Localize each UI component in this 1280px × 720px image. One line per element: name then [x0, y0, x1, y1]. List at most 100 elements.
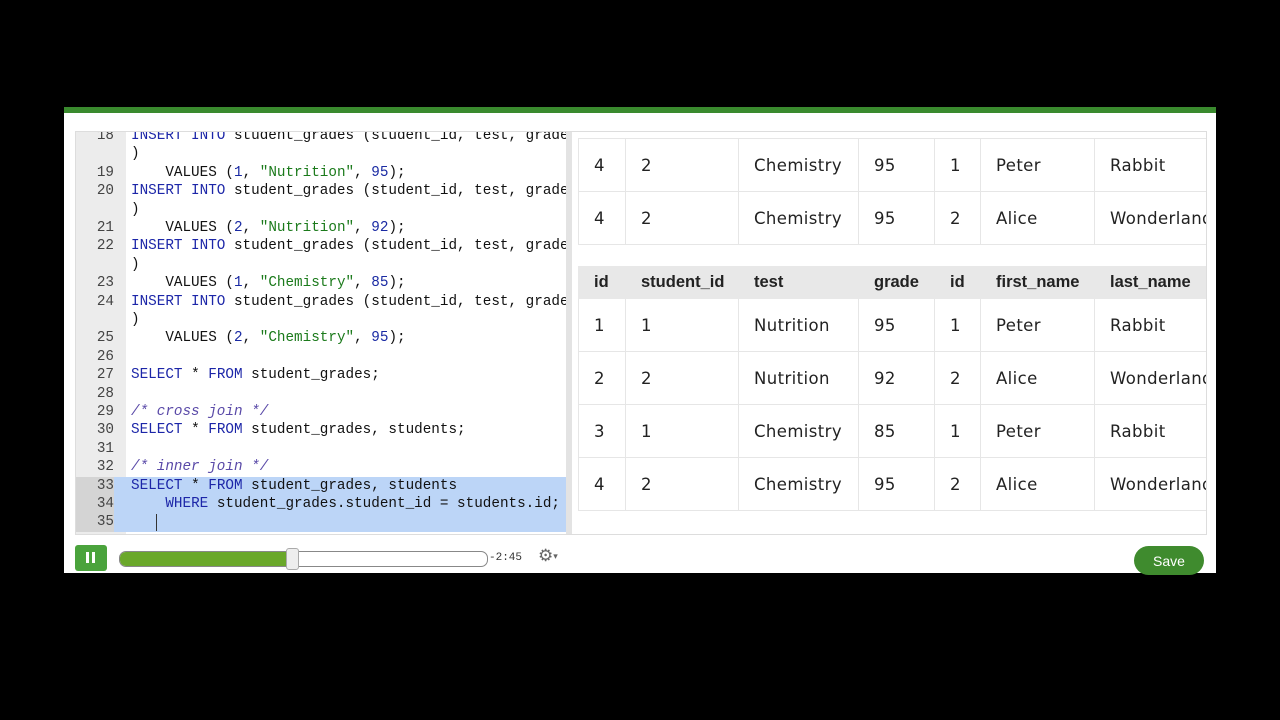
code-text: /* inner join */ [131, 459, 269, 476]
player-controls: -2:45 ⚙▾ Save [64, 543, 1216, 575]
code-text: SELECT * FROM student_grades, students; [131, 422, 466, 439]
code-text: ) [131, 256, 140, 273]
table-cell: 95 [858, 191, 935, 245]
table-row: 1 1 Nutrition 95 1 Peter Rabbit [578, 298, 1206, 352]
table-cell: 1 [625, 404, 739, 458]
code-line[interactable]: 29 /* cross join */ [76, 403, 566, 421]
app-frame: 18 INSERT INTO student_grades (student_id… [64, 107, 1216, 575]
top-accent-bar [64, 107, 1216, 113]
table-cell: 4 [578, 191, 626, 245]
line-number: 29 [96, 404, 114, 420]
code-text: ) [131, 201, 140, 218]
code-editor[interactable]: 18 INSERT INTO student_grades (student_id… [76, 132, 566, 534]
code-line[interactable]: 24 INSERT INTO student_grades (student_id… [76, 293, 566, 311]
progress-track[interactable] [119, 551, 488, 567]
code-line[interactable]: 35 [76, 513, 566, 532]
line-number: 23 [96, 275, 114, 292]
code-line[interactable]: 34 WHERE student_grades.student_id = stu… [76, 495, 566, 514]
code-line[interactable]: ) [76, 145, 566, 163]
table-row: 2 2 Nutrition 92 2 Alice Wonderland [578, 351, 1206, 405]
code-line[interactable]: 31 [76, 440, 566, 458]
column-header: first_name [980, 266, 1095, 299]
pause-icon-bar [92, 552, 95, 563]
table-cell: 3 [578, 404, 626, 458]
pane-splitter[interactable] [566, 132, 572, 534]
table-cell: 1 [934, 138, 981, 192]
code-line[interactable]: 20 INSERT INTO student_grades (student_id… [76, 182, 566, 200]
results-table: id student_id test grade id first_name last_na… [578, 266, 1206, 511]
code-line[interactable]: 23 VALUES (1, "Chemistry", 85); [76, 274, 566, 292]
code-line[interactable]: 25 VALUES (2, "Chemistry", 95); [76, 329, 566, 347]
code-line[interactable]: 33 SELECT * FROM student_grades, students [76, 476, 566, 495]
table-cell: Alice [980, 351, 1095, 405]
line-number: 30 [96, 422, 114, 439]
results-pane[interactable]: 4 2 Chemistry 95 1 Peter Rabbit 4 2 Chemistry 95 2 A… [578, 132, 1206, 534]
table-cell: 2 [625, 351, 739, 405]
table-cell: 1 [934, 404, 981, 458]
table-cell: Peter [980, 404, 1095, 458]
code-text: ) [131, 312, 140, 328]
table-cell: 2 [578, 351, 626, 405]
code-text: INSERT INTO student_grades (student_id, … [131, 293, 566, 310]
table-cell: Chemistry [738, 191, 859, 245]
table-cell: Peter [980, 298, 1095, 352]
line-number: 27 [96, 367, 114, 384]
code-text: ) [131, 146, 140, 163]
table-row: 4 2 Chemistry 95 2 Alice Wonderland [578, 191, 1206, 245]
code-line[interactable]: 19 VALUES (1, "Nutrition", 95); [76, 164, 566, 182]
table-cell: 85 [858, 404, 935, 458]
table-cell: 4 [578, 457, 626, 511]
line-number: 26 [96, 348, 114, 365]
column-header: id [578, 266, 626, 299]
gear-icon[interactable]: ⚙▾ [538, 546, 558, 566]
table-cell: Nutrition [738, 351, 859, 405]
line-number: 34 [76, 495, 114, 514]
code-text: /* cross join */ [131, 404, 269, 420]
table-cell: Wonderland [1094, 351, 1206, 405]
line-number: 25 [96, 330, 114, 347]
line-number: 31 [96, 440, 114, 457]
column-header: grade [858, 266, 935, 299]
table-cell: 92 [858, 351, 935, 405]
column-header: student_id [625, 266, 739, 299]
code-line[interactable]: 26 [76, 348, 566, 366]
code-line[interactable]: 27 SELECT * FROM student_grades; [76, 366, 566, 384]
code-text: INSERT INTO student_grades (student_id, … [131, 132, 566, 144]
pause-button[interactable] [75, 545, 107, 571]
line-number: 18 [96, 132, 114, 144]
content-panel: 18 INSERT INTO student_grades (student_id… [75, 131, 1207, 535]
results-table-previous: 4 2 Chemistry 95 1 Peter Rabbit 4 2 Chemistry 95 2 A… [578, 138, 1206, 245]
code-line[interactable]: 28 [76, 385, 566, 403]
table-cell: 1 [934, 298, 981, 352]
code-text: WHERE student_grades.student_id = studen… [165, 496, 560, 512]
code-line[interactable]: 21 VALUES (2, "Nutrition", 92); [76, 219, 566, 237]
table-row: 4 2 Chemistry 95 1 Peter Rabbit [578, 138, 1206, 192]
code-line[interactable]: 22 INSERT INTO student_grades (student_id… [76, 237, 566, 255]
line-number: 28 [96, 385, 114, 402]
table-cell: 2 [934, 351, 981, 405]
code-line[interactable]: 32 /* inner join */ [76, 458, 566, 476]
code-text: VALUES (1, "Nutrition", 95); [131, 164, 406, 181]
code-line[interactable]: 18 INSERT INTO student_grades (student_id… [76, 132, 566, 145]
code-text: INSERT INTO student_grades (student_id, … [131, 183, 566, 200]
table-cell: 4 [578, 138, 626, 192]
code-line[interactable]: ) [76, 311, 566, 329]
table-cell: Rabbit [1094, 138, 1206, 192]
table-row: 3 1 Chemistry 85 1 Peter Rabbit [578, 404, 1206, 458]
table-cell: 2 [625, 138, 739, 192]
table-cell: Peter [980, 138, 1095, 192]
code-line[interactable]: ) [76, 256, 566, 274]
line-number: 20 [96, 183, 114, 200]
code-line[interactable]: ) [76, 201, 566, 219]
line-number: 35 [76, 513, 114, 532]
table-cell: Alice [980, 191, 1095, 245]
table-cell: Nutrition [738, 298, 859, 352]
code-line[interactable]: 30 SELECT * FROM student_grades, students… [76, 421, 566, 439]
save-button[interactable]: Save [1134, 546, 1204, 575]
table-cell: Wonderland [1094, 191, 1206, 245]
table-cell: 95 [858, 457, 935, 511]
progress-handle[interactable] [286, 548, 300, 570]
table-cell: 2 [625, 457, 739, 511]
table-cell: 2 [625, 191, 739, 245]
table-row: 4 2 Chemistry 95 2 Alice Wonderland [578, 457, 1206, 511]
